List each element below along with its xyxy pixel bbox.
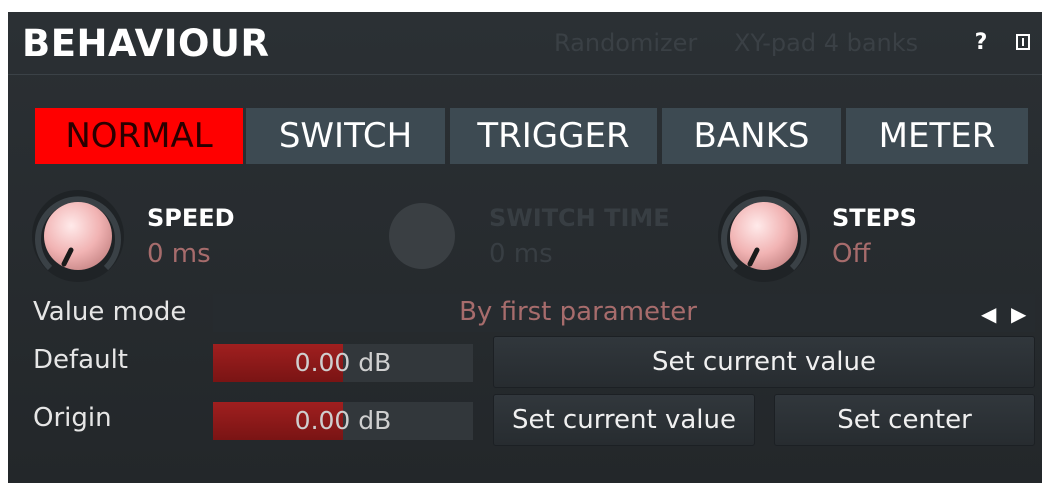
switch-time-label: SWITCH TIME <box>489 204 670 232</box>
triangle-right-icon[interactable]: ▶ <box>1011 302 1026 326</box>
origin-slider[interactable]: 0.00 dB <box>213 402 473 440</box>
steps-value: Off <box>832 239 871 269</box>
behaviour-panel: BEHAVIOUR Randomizer XY-pad 4 banks ? NO… <box>8 12 1042 483</box>
origin-set-center-button[interactable]: Set center <box>774 394 1035 446</box>
switch-time-knob <box>372 186 472 286</box>
default-slider[interactable]: 0.00 dB <box>213 344 473 382</box>
help-icon[interactable]: ? <box>970 30 992 56</box>
default-set-current-button[interactable]: Set current value <box>493 336 1035 388</box>
panel-header: BEHAVIOUR Randomizer XY-pad 4 banks ? <box>8 12 1042 75</box>
steps-knob[interactable] <box>714 186 814 286</box>
default-label: Default <box>33 345 128 375</box>
tab-banks[interactable]: BANKS <box>662 108 841 164</box>
value-mode-selector[interactable]: By first parameter ◀ ▶ <box>213 294 1035 332</box>
randomizer-link[interactable]: Randomizer <box>554 29 697 57</box>
steps-label: STEPS <box>832 204 917 232</box>
origin-set-current-button[interactable]: Set current value <box>493 394 755 446</box>
expand-icon[interactable] <box>1016 34 1030 50</box>
panel-title: BEHAVIOUR <box>22 22 270 65</box>
switch-time-value: 0 ms <box>489 239 553 269</box>
speed-label: SPEED <box>147 204 235 232</box>
speed-knob[interactable] <box>28 186 128 286</box>
xy-pad-link[interactable]: XY-pad 4 banks <box>734 29 918 57</box>
tab-switch[interactable]: SWITCH <box>246 108 445 164</box>
triangle-left-icon[interactable]: ◀ <box>981 302 996 326</box>
origin-label: Origin <box>33 403 112 433</box>
default-value: 0.00 dB <box>294 348 392 377</box>
tab-normal[interactable]: NORMAL <box>35 108 243 164</box>
tab-meter[interactable]: METER <box>846 108 1028 164</box>
origin-value: 0.00 dB <box>294 406 392 435</box>
tab-trigger[interactable]: TRIGGER <box>450 108 657 164</box>
value-mode-value: By first parameter <box>459 297 697 327</box>
value-mode-label: Value mode <box>33 297 187 327</box>
speed-value: 0 ms <box>147 239 211 269</box>
